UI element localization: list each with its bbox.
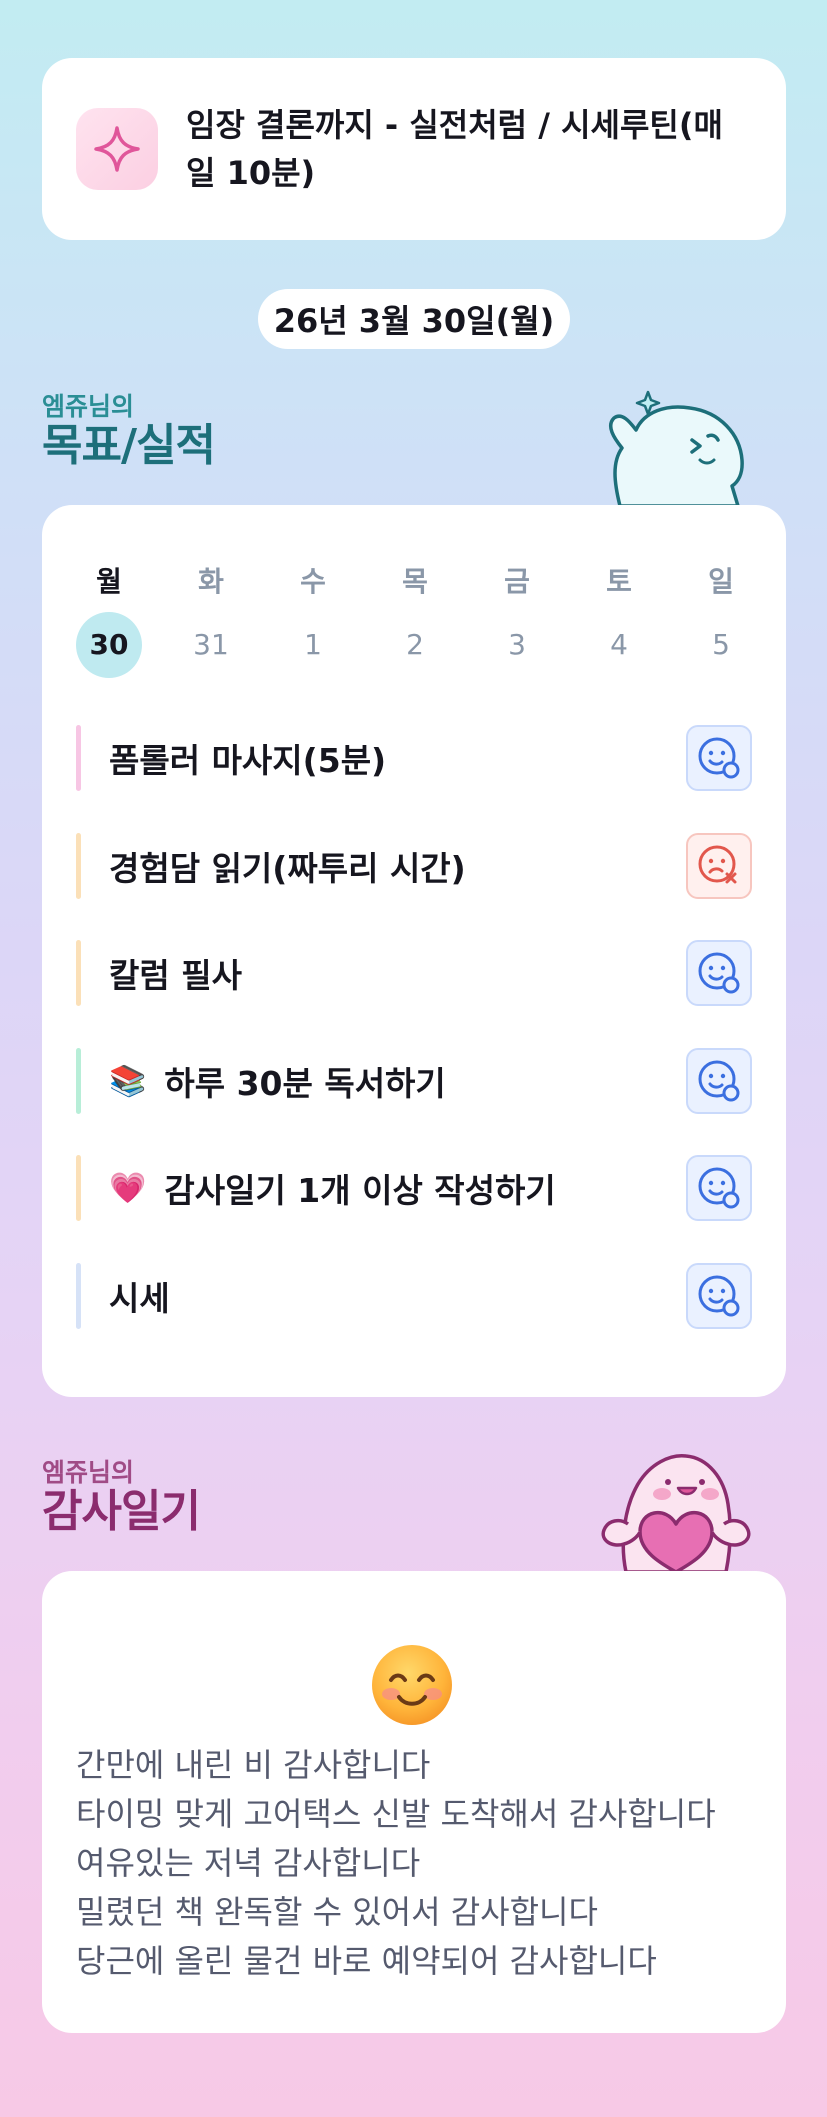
- task-text: 시세: [109, 1279, 170, 1318]
- task-row[interactable]: 칼럼 필사: [76, 938, 752, 1008]
- task-label: 폼롤러 마사지(5분): [109, 734, 686, 782]
- day-name: 수: [300, 565, 326, 598]
- day-name: 토: [606, 565, 632, 598]
- task-row[interactable]: 📚 하루 30분 독서하기: [76, 1046, 752, 1116]
- gratitude-line: 간만에 내린 비 감사합니다: [76, 1746, 431, 1784]
- day-number: 4: [610, 628, 628, 661]
- goals-card: 월 30 화 31 수 1 목 2 금 3 토 4 일 5 폼롤러 마사지(5분…: [42, 505, 786, 1397]
- heart-icon: 💗: [109, 1170, 147, 1206]
- smile-check-icon[interactable]: [686, 1263, 752, 1329]
- day-name: 화: [198, 565, 224, 598]
- smile-check-icon[interactable]: [686, 725, 752, 791]
- week-strip: 월 30 화 31 수 1 목 2 금 3 토 4 일 5: [76, 505, 752, 735]
- books-icon: 📚: [109, 1063, 147, 1099]
- task-color-bar: [76, 1048, 81, 1114]
- gratitude-line: 타이밍 맞게 고어택스 신발 도착해서 감사합니다: [76, 1795, 716, 1833]
- day-number: 31: [193, 628, 229, 661]
- task-label: 칼럼 필사: [109, 949, 686, 997]
- sad-x-icon[interactable]: [686, 833, 752, 899]
- day-number: 30: [76, 612, 142, 678]
- task-color-bar: [76, 833, 81, 899]
- gratitude-line: 당근에 올린 물건 바로 예약되어 감사합니다: [76, 1942, 657, 1980]
- smile-check-icon[interactable]: [686, 1048, 752, 1114]
- day-number: 3: [508, 628, 526, 661]
- task-label: 경험담 읽기(짜투리 시간): [109, 842, 686, 890]
- task-color-bar: [76, 725, 81, 791]
- goal-card[interactable]: 임장 결론까지 - 실전처럼 / 시세루틴(매일 10분): [42, 58, 786, 240]
- gratitude-line: 밀렸던 책 완독할 수 있어서 감사합니다: [76, 1893, 598, 1931]
- heart-mascot: [598, 1448, 754, 1574]
- date-label[interactable]: 26년 3월 30일(월): [258, 289, 570, 349]
- task-row[interactable]: 💗 감사일기 1개 이상 작성하기: [76, 1153, 752, 1223]
- task-row[interactable]: 시세: [76, 1261, 752, 1331]
- goals-section-header: 엠쥬님의 목표/실적: [42, 392, 216, 471]
- gratitude-section-title: 감사일기: [42, 1486, 201, 1537]
- gratitude-entries: 간만에 내린 비 감사합니다 타이밍 맞게 고어택스 신발 도착해서 감사합니다…: [76, 1741, 716, 1986]
- goal-title: 임장 결론까지 - 실전처럼 / 시세루틴(매일 10분): [186, 106, 723, 192]
- day-number: 1: [304, 628, 322, 661]
- day-name: 목: [402, 565, 428, 598]
- gratitude-section-header: 엠쥬님의 감사일기: [42, 1458, 201, 1537]
- sparkle-icon: [76, 108, 158, 190]
- task-text: 경험담 읽기(짜투리 시간): [109, 849, 466, 888]
- task-label: 💗 감사일기 1개 이상 작성하기: [109, 1164, 686, 1212]
- task-color-bar: [76, 1263, 81, 1329]
- task-text: 감사일기 1개 이상 작성하기: [164, 1171, 556, 1210]
- task-text: 폼롤러 마사지(5분): [109, 741, 387, 780]
- task-row[interactable]: 경험담 읽기(짜투리 시간): [76, 831, 752, 901]
- smile-check-icon[interactable]: [686, 940, 752, 1006]
- waving-mascot: [600, 382, 750, 508]
- goals-section-subtitle: 엠쥬님의: [42, 392, 135, 421]
- task-label: 📚 하루 30분 독서하기: [109, 1057, 686, 1105]
- task-text: 하루 30분 독서하기: [164, 1064, 446, 1103]
- task-color-bar: [76, 940, 81, 1006]
- day-number: 2: [406, 628, 424, 661]
- gratitude-card[interactable]: 간만에 내린 비 감사합니다 타이밍 맞게 고어택스 신발 도착해서 감사합니다…: [42, 1571, 786, 2033]
- day-name: 일: [708, 565, 734, 598]
- gratitude-line: 여유있는 저녁 감사합니다: [76, 1844, 421, 1882]
- task-label: 시세: [109, 1272, 686, 1320]
- smiling-face-icon: [369, 1642, 455, 1728]
- goals-section-title: 목표/실적: [42, 420, 216, 471]
- day-name: 금: [504, 565, 530, 598]
- day-number: 5: [712, 628, 730, 661]
- task-row[interactable]: 폼롤러 마사지(5분): [76, 723, 752, 793]
- gratitude-section-subtitle: 엠쥬님의: [42, 1458, 135, 1487]
- task-color-bar: [76, 1155, 81, 1221]
- day-name: 월: [96, 565, 122, 598]
- task-text: 칼럼 필사: [109, 956, 242, 995]
- smile-check-icon[interactable]: [686, 1155, 752, 1221]
